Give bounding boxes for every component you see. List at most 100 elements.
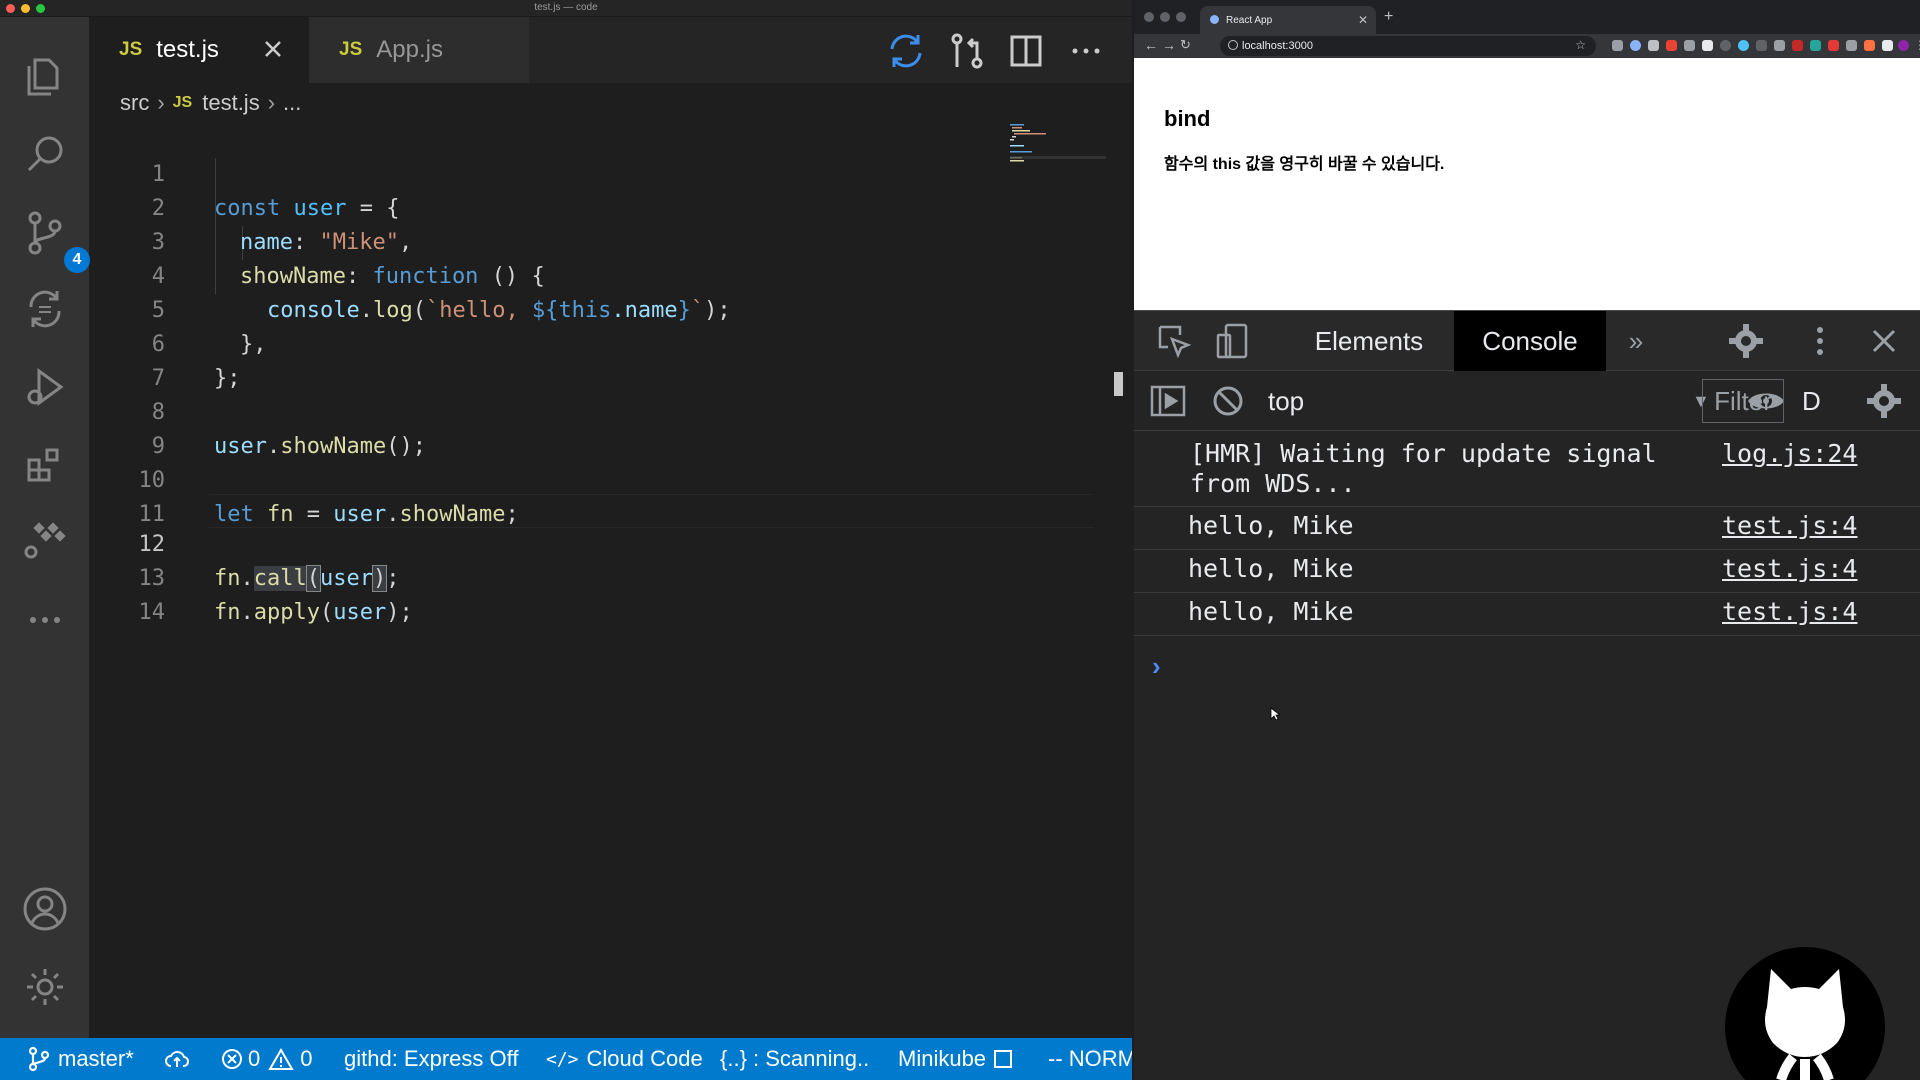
address-bar[interactable]: localhost:3000 ☆ — [1220, 36, 1596, 56]
run-debug-icon[interactable] — [18, 360, 72, 414]
githd-status[interactable]: githd: Express Off — [344, 1038, 518, 1080]
warning-count: 0 — [300, 1046, 313, 1071]
close-window-button[interactable] — [1144, 12, 1154, 22]
menu-kebab-icon[interactable]: ⋮ — [1914, 38, 1920, 52]
cloud-code-status[interactable]: </> Cloud Code — [546, 1038, 703, 1080]
extension-icon[interactable] — [1846, 40, 1857, 51]
branch-name: master* — [58, 1046, 134, 1071]
console-input[interactable] — [1194, 647, 1894, 681]
console-source-link[interactable]: test.js:4 — [1722, 511, 1857, 541]
close-icon[interactable] — [1864, 321, 1904, 361]
sidebar-toggle-icon[interactable] — [1148, 381, 1188, 421]
device-toolbar-icon[interactable] — [1212, 321, 1252, 361]
problems-status[interactable]: 0 0 — [220, 1038, 313, 1080]
tab-console[interactable]: Console — [1454, 311, 1606, 371]
code-line: 2 name: "Mike", — [89, 158, 1009, 255]
git-sync-icon[interactable] — [18, 282, 72, 336]
inspect-element-icon[interactable] — [1154, 321, 1194, 361]
extension-icon[interactable] — [1612, 40, 1623, 51]
explorer-icon[interactable] — [18, 49, 72, 103]
console-settings-gear-icon[interactable] — [1864, 381, 1904, 421]
log-levels-dropdown[interactable]: D — [1802, 371, 1821, 431]
tab-test-js[interactable]: JS test.js — [89, 17, 309, 83]
extension-icon[interactable] — [1648, 40, 1659, 51]
settings-gear-icon[interactable] — [1726, 321, 1766, 361]
extension-icon[interactable] — [1756, 40, 1767, 51]
git-diff-icon[interactable] — [886, 31, 926, 71]
browser-toolbar: ← → ↻ localhost:3000 ☆ ⋮ — [1134, 34, 1920, 58]
context-selector[interactable]: top ▼ — [1258, 371, 1710, 431]
cloud-upload-icon — [165, 1051, 190, 1067]
tab-app-js[interactable]: JS App.js — [309, 17, 529, 83]
chevron-right-icon: › — [157, 90, 165, 115]
minikube-status[interactable]: Minikube — [898, 1038, 1013, 1080]
back-icon[interactable]: ← — [1144, 37, 1158, 53]
settings-gear-icon[interactable] — [18, 960, 72, 1014]
sync-status[interactable] — [164, 1038, 190, 1080]
extension-icon[interactable] — [1720, 40, 1731, 51]
more-views-icon[interactable] — [18, 593, 72, 647]
extension-icon[interactable] — [1702, 40, 1713, 51]
react-favicon-icon — [1210, 15, 1219, 24]
javascript-file-icon: JS — [339, 39, 363, 60]
editor-scrollbar[interactable] — [1114, 372, 1123, 396]
code-editor[interactable]: 1 const user = { 2 name: "Mike", 3 showN… — [89, 124, 1094, 1024]
extension-icon[interactable] — [1738, 40, 1749, 51]
more-tabs-chevron-icon[interactable]: » — [1614, 311, 1658, 371]
account-icon[interactable] — [18, 882, 72, 936]
scanning-status[interactable]: {..} : Scanning.. — [720, 1038, 869, 1080]
remote-explorer-icon[interactable] — [18, 515, 72, 569]
code-line: 11 — [89, 464, 1009, 527]
console-prompt-chevron-icon[interactable]: › — [1152, 651, 1161, 682]
code-token: . — [240, 600, 254, 625]
source-control-icon[interactable]: 4 — [18, 205, 90, 273]
split-editor-icon[interactable] — [1006, 31, 1046, 71]
forward-icon[interactable]: → — [1162, 37, 1176, 53]
code-line: 3 showName: function () { — [89, 192, 1009, 289]
error-icon — [222, 1049, 242, 1069]
new-tab-icon[interactable]: + — [1384, 8, 1393, 26]
breadcrumb-symbol[interactable]: ... — [283, 90, 301, 116]
code-line: 8 user.showName(); — [89, 362, 1009, 459]
branch-status[interactable]: master* — [28, 1038, 134, 1080]
extension-icon[interactable] — [1684, 40, 1695, 51]
close-icon[interactable] — [259, 35, 287, 63]
console-message-text: hello, Mike — [1188, 511, 1354, 540]
reload-icon[interactable]: ↻ — [1180, 37, 1191, 53]
extension-icon[interactable] — [1666, 40, 1677, 51]
extensions-icon[interactable] — [18, 437, 72, 491]
tab-elements[interactable]: Elements — [1276, 311, 1462, 371]
open-changes-icon[interactable] — [947, 31, 987, 71]
devtools-tab-bar: Elements Console » — [1134, 311, 1920, 371]
console-message-text: [HMR] Waiting for update signal from WDS… — [1190, 439, 1657, 498]
error-count: 0 — [248, 1046, 261, 1071]
extensions-puzzle-icon[interactable] — [1882, 40, 1893, 51]
minimap[interactable] — [1010, 124, 1110, 164]
extension-icon[interactable] — [1774, 40, 1785, 51]
browser-tab[interactable]: React App ✕ — [1200, 6, 1376, 34]
extension-icon[interactable] — [1810, 40, 1821, 51]
menu-kebab-icon[interactable] — [1800, 321, 1840, 361]
search-icon[interactable] — [18, 127, 72, 181]
editor-tab-bar: JS test.js JS App.js — [89, 17, 1132, 83]
extension-icon[interactable] — [1864, 40, 1875, 51]
minimize-window-button[interactable] — [1160, 12, 1170, 22]
star-icon[interactable]: ☆ — [1575, 38, 1586, 52]
extension-icon[interactable] — [1630, 40, 1641, 51]
console-message: [HMR] Waiting for update signal from WDS… — [1134, 431, 1920, 507]
maximize-window-button[interactable] — [1176, 12, 1186, 22]
code-line: 1 const user = { — [89, 124, 1009, 221]
breadcrumb-file[interactable]: test.js — [202, 90, 259, 116]
extension-icon[interactable] — [1792, 40, 1803, 51]
clear-console-icon[interactable] — [1208, 381, 1248, 421]
more-actions-icon[interactable] — [1066, 31, 1106, 71]
breadcrumb-folder[interactable]: src — [120, 90, 149, 116]
extension-icon[interactable] — [1828, 40, 1839, 51]
profile-avatar[interactable] — [1898, 40, 1909, 51]
code-line: 14 — [89, 562, 1009, 625]
console-source-link[interactable]: test.js:4 — [1722, 554, 1857, 584]
console-source-link[interactable]: log.js:24 — [1722, 439, 1857, 469]
console-source-link[interactable]: test.js:4 — [1722, 597, 1857, 627]
close-icon[interactable]: ✕ — [1358, 13, 1368, 27]
filter-input[interactable]: Filter — [1702, 379, 1784, 423]
